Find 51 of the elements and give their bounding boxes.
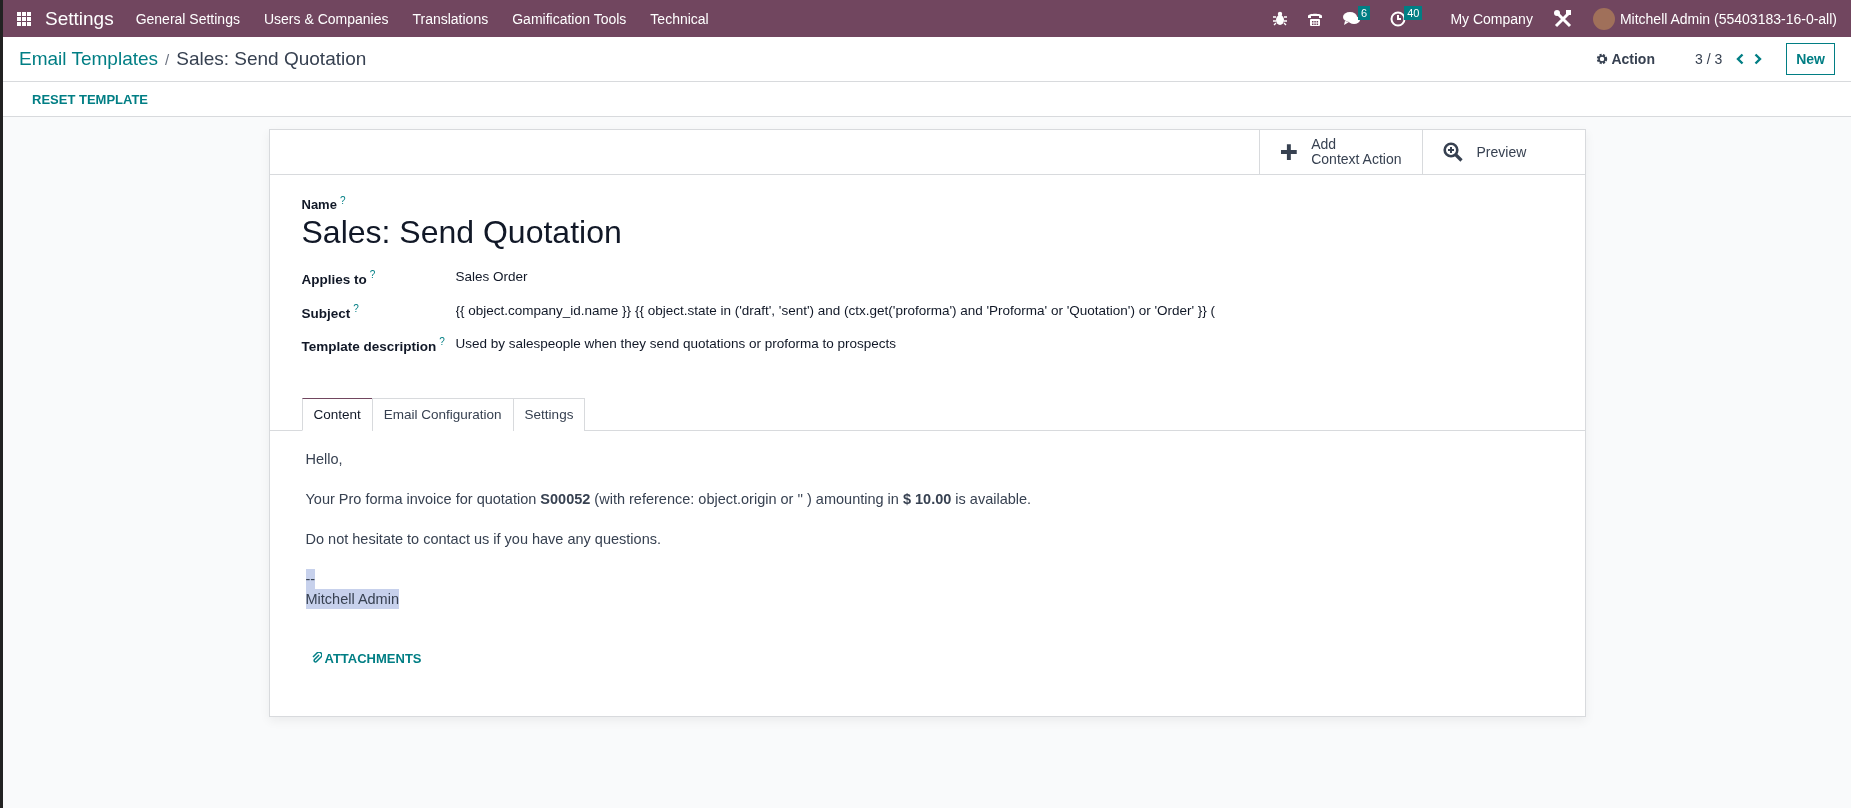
chevron-right-icon[interactable] (1754, 53, 1763, 65)
preview-button[interactable]: Preview (1421, 130, 1585, 174)
help-mark[interactable]: ? (439, 336, 445, 348)
pager-value: 3 / 3 (1694, 51, 1723, 67)
paperclip-icon (311, 652, 322, 665)
tools-icon[interactable] (1552, 8, 1573, 29)
field-label: Applies to (301, 271, 367, 287)
field-label: Name (301, 197, 337, 213)
action-menu[interactable]: Action (1611, 51, 1655, 67)
email-body-text: Do not hesitate to contact us if you have any questions. (305, 529, 661, 549)
add-context-action-button[interactable]: Add Context Action (1258, 130, 1422, 174)
clock-icon[interactable] (1390, 10, 1407, 27)
app-grid-icon[interactable] (17, 11, 31, 26)
email-body-text: Your Pro forma invoice for quotation S00052 (with reference: object.origin or '' ) amounting in $ 10.00 is available. (305, 489, 1032, 509)
attachments-button[interactable]: ATTACHMENTS (311, 650, 422, 666)
help-mark[interactable]: ? (353, 302, 359, 314)
bug-icon[interactable] (1273, 11, 1288, 26)
tab[interactable]: Email Configuration (371, 397, 514, 431)
reset-template-button[interactable]: RESET TEMPLATE (30, 87, 151, 111)
help-mark[interactable]: ? (339, 195, 346, 206)
menu-item[interactable]: Gamification Tools (512, 10, 627, 27)
gear-icon[interactable] (1596, 53, 1609, 65)
field-label: Subject (301, 305, 351, 321)
field-label: Template description (301, 338, 437, 354)
new-button[interactable]: New (1786, 43, 1835, 75)
email-body-text: Mitchell Admin (305, 588, 399, 609)
email-body-text: Hello, (305, 449, 343, 469)
help-mark[interactable]: ? (369, 269, 376, 281)
menu-item[interactable]: Technical (650, 10, 709, 27)
field-value[interactable]: Used by salespeople when they send quotations or proforma to prospects (455, 336, 1219, 354)
field-value[interactable]: Sales Order (455, 269, 1219, 287)
breadcrumb-link[interactable]: Email Templates (19, 48, 159, 70)
name-field[interactable]: Sales: Send Quotation (301, 214, 1553, 252)
breadcrumb-current: Sales: Send Quotation (176, 48, 367, 70)
company-switcher[interactable]: My Company (1450, 10, 1533, 27)
field-value[interactable]: {{ object.company_id.name }} {{ object.state in ('draft', 'sent') and (ctx.get('proforma') and 'Proforma' or 'Quotation') or 'Order' }} ( (455, 302, 1219, 321)
tab[interactable]: Settings (512, 397, 586, 431)
counter-badge: 6 (1358, 5, 1371, 20)
app-title: Settings (45, 7, 114, 30)
menu-item[interactable]: Translations (412, 10, 489, 27)
menu-item[interactable]: Users & Companies (263, 10, 389, 27)
plus-icon (1279, 143, 1298, 161)
menu-item[interactable]: General Settings (135, 10, 240, 27)
email-body-text: -- (305, 568, 316, 589)
chat-icon[interactable] (1343, 11, 1361, 26)
tab[interactable]: Content (301, 397, 373, 431)
breadcrumb-separator: / (165, 50, 170, 68)
zoom-in-icon (1442, 142, 1463, 162)
user-menu[interactable]: Mitchell Admin (55403183-16-0-all) (1619, 10, 1837, 27)
counter-badge: 40 (1404, 5, 1423, 20)
chevron-left-icon[interactable] (1736, 53, 1745, 65)
